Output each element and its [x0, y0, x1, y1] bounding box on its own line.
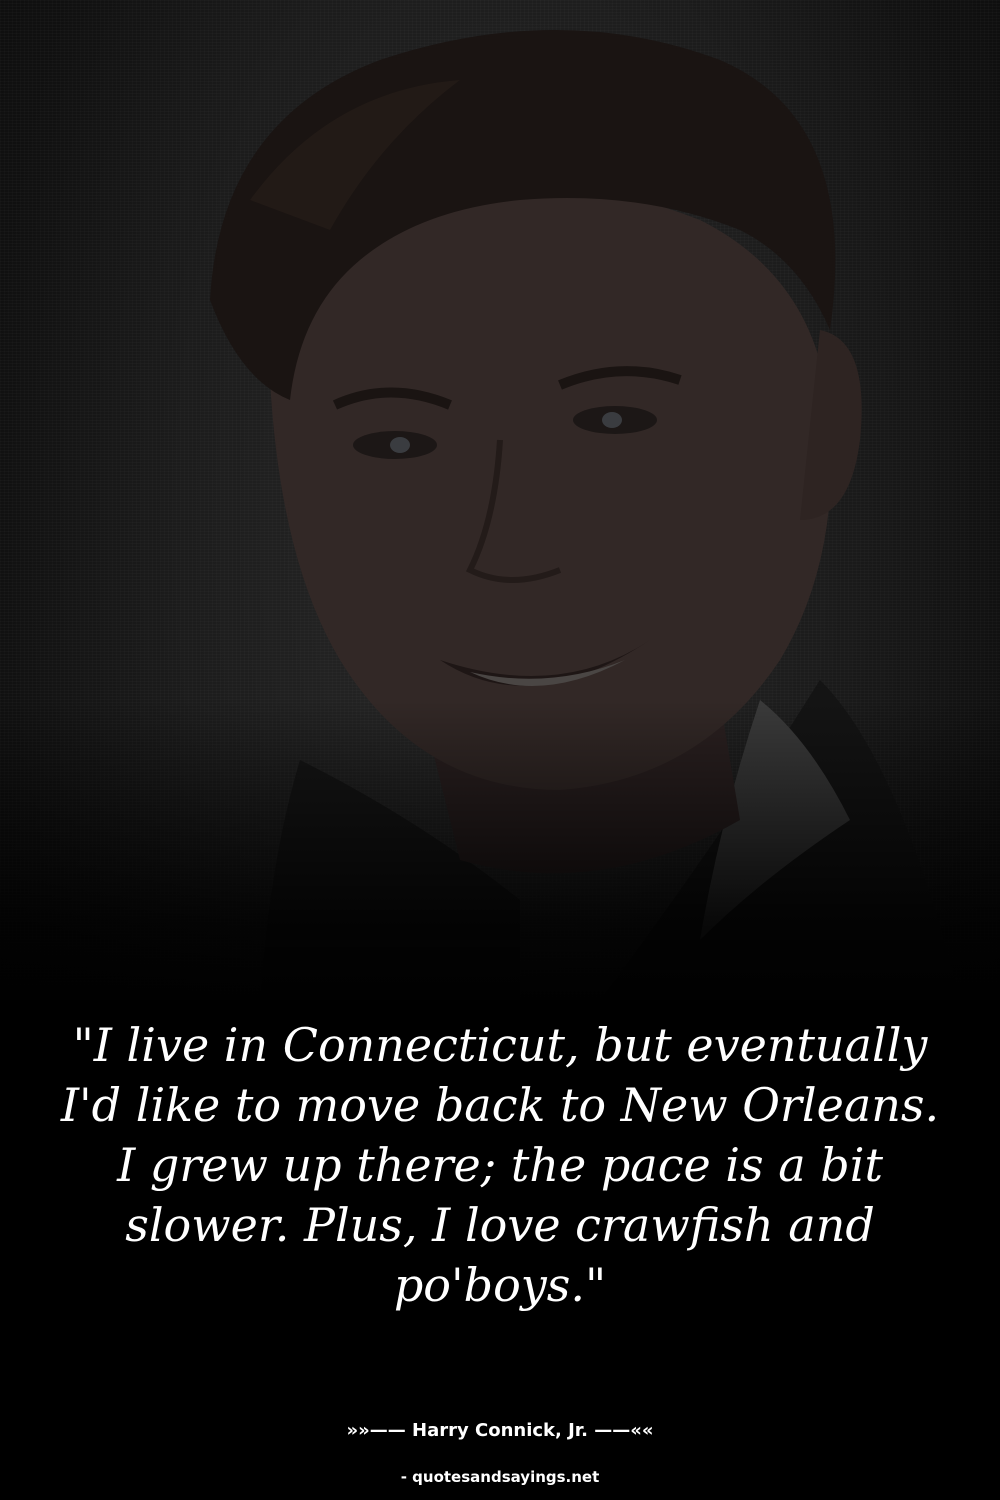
gradient-overlay: [0, 700, 1000, 1020]
quote-text: "I live in Connecticut, but eventually I…: [60, 1018, 940, 1312]
quote-author: »»—— Harry Connick, Jr. ——««: [346, 1420, 654, 1441]
quote-card: "I live in Connecticut, but eventually I…: [0, 0, 1000, 1500]
source-credit: - quotesandsayings.net: [400, 1468, 600, 1486]
